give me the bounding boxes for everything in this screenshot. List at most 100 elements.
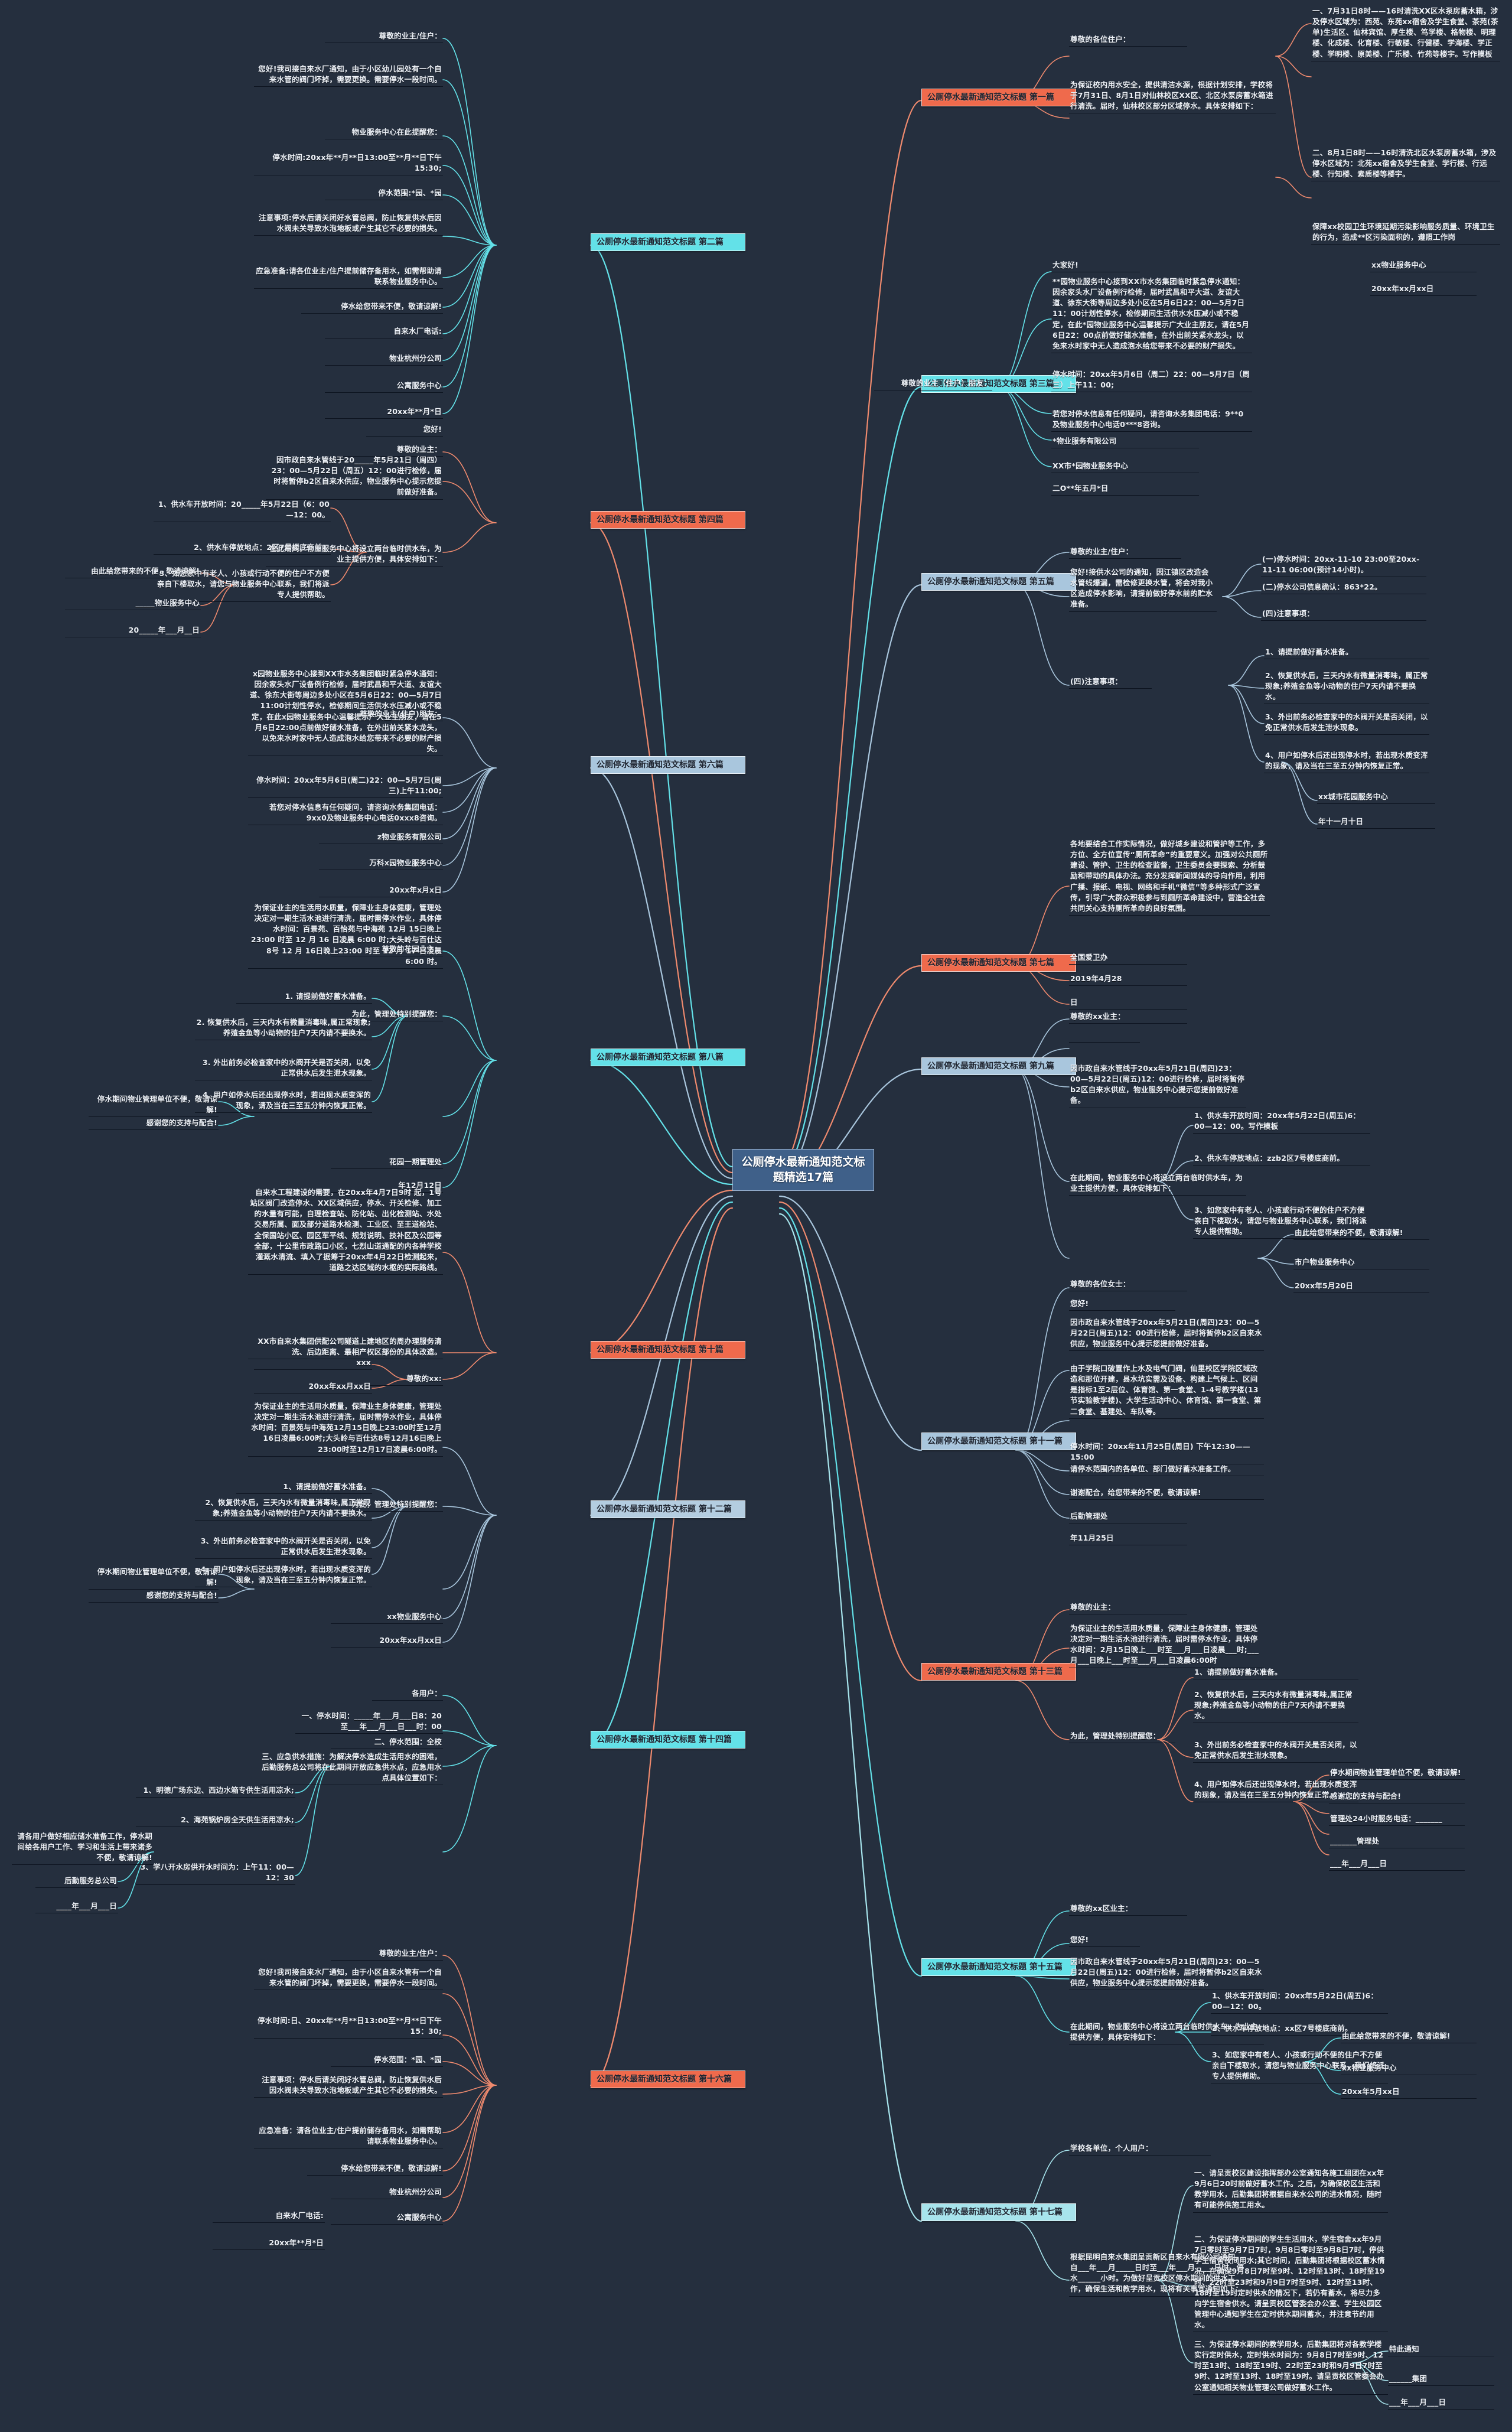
p12-item-2: 2、恢复供水后，三天内水有微量消毒味,属正常现象;养殖金鱼等小动物的住户7天内请…	[195, 1497, 372, 1521]
p13-salutation: 尊敬的业主：	[1069, 1602, 1187, 1615]
branch-chip-p10[interactable]: 公厕停水最新通知范文标题 第十篇	[591, 1341, 745, 1359]
p2-signoff-3: 公寓服务中心	[325, 380, 443, 393]
p16-item-3: 注意事项：停水后请关闭好水管总阀，防止恢复供水后因水阀未关导致水泡地板或产生其它…	[254, 2075, 443, 2098]
branch-chip-p17[interactable]: 公厕停水最新通知范文标题 第十七篇	[921, 2203, 1076, 2222]
p11-intro: 因市政自来水管线于20xx年5月21日(周四)23：00—5月22日(周五)12…	[1069, 1317, 1264, 1352]
p9-signoff-1: 由此给您带来的不便，敬请谅解!	[1293, 1228, 1429, 1241]
p16-item-2: 停水范围：*园、*园	[331, 2055, 443, 2068]
p5-signoff-2: 年十一月十日	[1317, 816, 1435, 829]
p10-intro: 自来水工程建设的需要，在20xx年4月7日9时 起，1号站区阀门改造停水、XX区…	[248, 1187, 443, 1275]
p5-item-3: (四)注意事项：	[1261, 608, 1426, 621]
p16-signoff-3: 自来水厂电话:	[213, 2210, 325, 2223]
p17-salutation: 学校各单位，个人用户：	[1069, 2143, 1211, 2156]
p2-item-6: 停水给您带来不便，敬请谅解!	[301, 301, 443, 314]
p3-signoff-3: 二O**年五月*日	[1051, 483, 1199, 496]
branch-chip-p5[interactable]: 公厕停水最新通知范文标题 第五篇	[921, 573, 1076, 591]
p8-item-2: 2. 恢复供水后，三天内水有微量消毒味,属正常现象;养殖金鱼等小动物的住户7天内…	[195, 1017, 372, 1041]
p10-item-1: XX市自来水集团供配公司隧道上建地区的周办理服务清洗、后边距离、最相产权区部份的…	[248, 1336, 443, 1360]
p6-item-2: 若您对停水信息有任何疑问，请咨询水务集团电话：9xx0及物业服务中心电话0xxx…	[248, 802, 443, 826]
branch-chip-p7[interactable]: 公厕停水最新通知范文标题 第七篇	[921, 954, 1076, 972]
branch-chip-p13[interactable]: 公厕停水最新通知范文标题 第十三篇	[921, 1663, 1076, 1681]
branch-chip-p1[interactable]: 公厕停水最新通知范文标题 第一篇	[921, 89, 1076, 107]
p14-closing: 请各用户做好相应储水准备工作，停水期间给各用户工作、学习和生活上带来诸多不便，敬…	[12, 1831, 154, 1865]
p13-intro: 为保证业主的生活用水质量，保障业主身体健康，管理处决定对一期生活水池进行清洗，届…	[1069, 1623, 1264, 1668]
p4-item-1: 1、供水车开放时间：20_____年5月22日（6：00—12：00。	[154, 499, 331, 523]
branch-chip-p6[interactable]: 公厕停水最新通知范文标题 第六篇	[591, 756, 745, 774]
p14-item-3: 三、应急供水措施：为解决停水造成生活用水的困难，后勤服务总公司将在此期间开放应急…	[260, 1751, 443, 1786]
p17-item-2: 二、为保证停水期间的学生生活用水，学生宿舍xx年9月7日零时至9月7日7时，9月…	[1193, 2234, 1388, 2333]
branch-chip-p14[interactable]: 公厕停水最新通知范文标题 第十四篇	[591, 1731, 745, 1749]
p11-mid: 由于学院口破置作上水及电气门阀，仙里校区学院区域改造和那位开建，县水坑实需及设备…	[1069, 1363, 1264, 1419]
p13-signoff-3: 管理处24小时服务电话：_______	[1329, 1814, 1465, 1827]
p5-signoff-1: xx城市花园服务中心	[1317, 792, 1435, 805]
p1-signoff-1: xx物业服务中心	[1370, 260, 1477, 273]
p11-greeting: 您好!	[1069, 1298, 1175, 1311]
p2-signoff-1: 自来水厂电话:	[325, 326, 443, 339]
branch-chip-p12[interactable]: 公厕停水最新通知范文标题 第十二篇	[591, 1500, 745, 1519]
p7-intro: 各地要结合工作实际情况，做好城乡建设和管护等工作，多方位、全方位宣传“厕所革命”…	[1069, 839, 1270, 916]
p2-item-5: 应急准备:请各位业主/住户提前储存备用水，如需帮助请联系物业服务中心。	[254, 266, 443, 289]
p14-salutation: 各用户：	[372, 1688, 443, 1701]
p6-signoff-3: 20xx年x月x日	[319, 885, 443, 898]
branch-chip-p9[interactable]: 公厕停水最新通知范文标题 第九篇	[921, 1057, 1076, 1076]
branch-chip-p2[interactable]: 公厕停水最新通知范文标题 第二篇	[591, 233, 745, 252]
p14-sub-1: 1、明德广场东边、西边水箱专供生活用凉水;	[136, 1785, 295, 1798]
p4-signoff-2: _____物业服务中心	[65, 598, 201, 611]
p1-salutation: 尊敬的各位住户：	[1069, 34, 1187, 47]
p7-item-3: 日	[1069, 997, 1187, 1010]
p15-intro: 因市政自来水管线于20xx年5月21日(周四)23：00—5月22日(周五)12…	[1069, 1956, 1264, 1991]
p2-item-1: 物业服务中心在此提醒您：	[325, 127, 443, 140]
p16-item-4: 应急准备：请各位业主/住户提前储存备用水，如需帮助请联系物业服务中心。	[254, 2125, 443, 2149]
p15-item-1: 1、供水车开放时间：20xx年5月22日(周五)6：00—12：00。	[1211, 1991, 1388, 2014]
p13-signoff-4: _______管理处	[1329, 1836, 1465, 1849]
p8-intro: 为保证业主的生活用水质量，保障业主身体健康，管理处决定对一期生活水池进行清洗，届…	[248, 903, 443, 969]
branch-chip-p8[interactable]: 公厕停水最新通知范文标题 第八篇	[591, 1049, 745, 1067]
root-node[interactable]: 公厕停水最新通知范文标题精选17篇	[732, 1149, 874, 1191]
p15-signoff-1: 由此给您带来的不便，敬请谅解!	[1341, 2031, 1477, 2044]
p14-signoff-1: 后勤服务总公司	[35, 1876, 118, 1889]
branch-chip-p16[interactable]: 公厕停水最新通知范文标题 第十六篇	[591, 2070, 745, 2089]
p12-item-4: 4、用户如停水后还出现停水时，若出现水质变浑的现象，请及当在三至五分钟内恢复正常…	[195, 1564, 372, 1588]
p2-salutation: 尊敬的业主/住户：	[325, 31, 443, 44]
p9-item-2: 2、供水车停放地点：zzb2区7号楼底商前。	[1193, 1153, 1370, 1166]
p16-item-5: 停水给您带来不便，敬请谅解!	[307, 2163, 443, 2176]
p3-signoff-2: XX市*园物业服务中心	[1051, 461, 1199, 474]
p1-item-3: 保障xx校园卫生环境延期污染影响服务质量、环境卫生的行为，造成**区污染面积的，…	[1311, 222, 1500, 245]
p12-signoff-1: 停水期间物业管理单位不便，敬请谅解!	[89, 1567, 219, 1590]
p11-item-3: 谢谢配合，给您带来的不便，敬请谅解!	[1069, 1487, 1264, 1500]
p13-signoff-2: 感谢您的支持与配合!	[1329, 1791, 1465, 1804]
branch-chip-p15[interactable]: 公厕停水最新通知范文标题 第十五篇	[921, 1958, 1076, 1977]
p4-intro: 因市政自来水管线于20_____年5月21日（周四）23：00—5月22日（周五…	[266, 455, 443, 500]
p16-intro: 您好!我司接自来水厂通知，由于小区自来水管有一个自来水管的阀门坏掉，需要更换，需…	[254, 1967, 443, 1991]
p9-signoff-2: 市户物业服务中心	[1293, 1257, 1429, 1270]
p10-signoff-2: xxx	[254, 1357, 372, 1370]
p6-signoff-1: z物业服务有限公司	[319, 832, 443, 845]
p11-salutation: 尊敬的各位女士：	[1069, 1279, 1187, 1292]
p6-signoff-2: 万科x园物业服务中心	[319, 858, 443, 871]
p5-item-1: (一)停水时间：20xx-11-10 23:00至20xx-11-11 06:0…	[1261, 554, 1426, 578]
p1-signoff-2: 20xx年xx月xx日	[1370, 284, 1477, 297]
p3-salutation: 尊敬的业主（住户）朋友：	[874, 378, 992, 391]
p2-item-3: 停水范围:*园、*园	[325, 188, 443, 201]
p8-signoff-2: 感谢您的支持与配合!	[89, 1118, 219, 1131]
p13-item-2: 2、恢复供水后，三天内水有微量消毒味,属正常现象;养殖金鱼等小动物的住户7天内请…	[1193, 1689, 1358, 1724]
p2-signoff-4: 20xx年**月*日	[325, 406, 443, 419]
branch-chip-p4[interactable]: 公厕停水最新通知范文标题 第四篇	[591, 511, 745, 529]
p5-sub-2: 2、恢复供水后，三天内水有微量消毒味，属正常现象;养殖金鱼等小动物的住户7天内请…	[1264, 670, 1429, 705]
p13-item-3: 3、外出前务必检查家中的水阀开关是否关闭，以免正常供水后发生泄水现象。	[1193, 1740, 1358, 1763]
p13-item-1: 1、请提前做好蓄水准备。	[1193, 1667, 1358, 1680]
branch-chip-p11[interactable]: 公厕停水最新通知范文标题 第十一篇	[921, 1432, 1076, 1451]
p3-signoff-1: *物业服务有限公司	[1051, 436, 1199, 449]
p2-item-4: 注意事项:停水后请关闭好水管总阀，防止恢复供水后因水阀未关导致水泡地板或产生其它…	[254, 213, 443, 236]
p16-signoff-2: 公寓服务中心	[331, 2212, 443, 2225]
p5-intro: 您好!接供水公司的通知，因江镇区改造会水管线爆漏，需检修更换水管，将会对我小区造…	[1069, 567, 1217, 612]
p2-intro: 您好!我司接自来水厂通知，由于小区幼儿园处有一个自来水管的阀门坏掉，需要更换。需…	[254, 64, 443, 87]
p16-salutation: 尊敬的业主/住户：	[331, 1948, 443, 1961]
p17-signoff-2: ______集团	[1388, 2374, 1494, 2387]
p8-signoff-1: 停水期间物业管理单位不便，敬请谅解!	[89, 1094, 219, 1118]
p1-intro: 为保证校内用水安全，提供清洁水源，根据计划安排，学校将于7月31日、8月1日对仙…	[1069, 80, 1276, 114]
p3-item-2: 停水时间：20xx年5月6日（周二）22：00—5月7日（周三）上午11：00;	[1051, 369, 1252, 393]
p17-signoff-1: 特此通知	[1388, 2344, 1494, 2357]
p1-item-1: 一、7月31日8时——16时清洗XX区水泵房蓄水箱，涉及停水区域为：西苑、东苑x…	[1311, 6, 1500, 61]
p4-item-2: 2、供水车停放地点：2区7号楼底商前。	[154, 542, 331, 555]
